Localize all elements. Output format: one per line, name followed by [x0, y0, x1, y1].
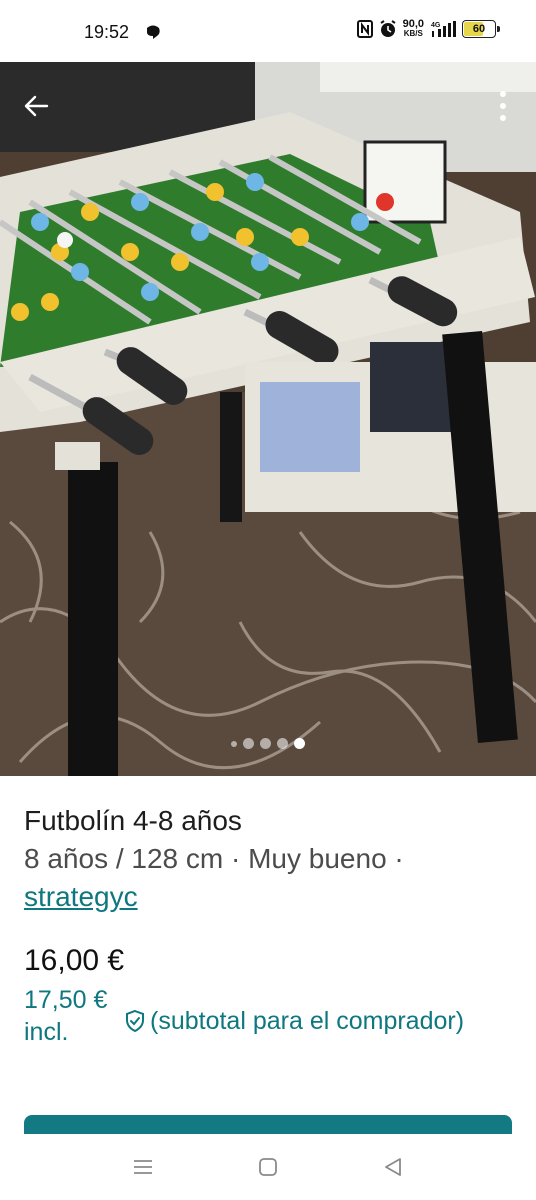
home-button[interactable]	[248, 1147, 288, 1187]
recent-apps-button[interactable]	[123, 1147, 163, 1187]
back-button[interactable]	[16, 86, 56, 126]
carousel-dot[interactable]	[294, 738, 305, 749]
network-speed: 90,0 KB/S	[402, 18, 424, 39]
item-subtitle: 8 años / 128 cm · Muy bueno ·	[24, 843, 404, 874]
alarm-icon	[379, 20, 397, 38]
carousel-dot[interactable]	[231, 740, 237, 747]
price-incl-protection: 17,50 € incl.	[24, 986, 108, 1046]
status-time: 19:52	[84, 22, 130, 42]
system-back-button[interactable]	[373, 1147, 413, 1187]
more-vertical-icon	[500, 91, 506, 121]
back-triangle-icon	[385, 1158, 402, 1176]
menu-icon	[133, 1160, 152, 1174]
system-navigation-bar	[0, 1134, 536, 1200]
buyer-note-text: (subtotal para el comprador)	[150, 1007, 465, 1035]
listing-details: Futbolín 4-8 años 8 años / 128 cm · Muy …	[0, 776, 536, 1050]
home-square-icon	[259, 1158, 277, 1176]
item-title: Futbolín 4-8 años	[24, 805, 242, 836]
network-type-label: 4G	[431, 22, 441, 29]
buyer-protection-note[interactable]: (subtotal para el comprador)	[124, 1005, 464, 1037]
carousel-dot[interactable]	[260, 738, 271, 749]
product-photo[interactable]	[0, 62, 536, 776]
carousel-indicator[interactable]	[0, 738, 536, 749]
arrow-left-icon	[24, 95, 49, 117]
seller-link[interactable]: strategyc	[24, 878, 138, 916]
signal-icon: 4G	[430, 20, 456, 38]
buyer-protection-row[interactable]: 17,50 € incl. (subtotal para el comprado…	[24, 984, 512, 1050]
shield-check-icon	[126, 1009, 144, 1033]
more-options-button[interactable]	[488, 86, 518, 126]
battery-indicator: 60	[462, 20, 500, 38]
item-price: 16,00 €	[24, 944, 125, 977]
foosball-table-image	[0, 62, 536, 776]
nfc-icon	[356, 20, 373, 38]
carousel-dot[interactable]	[277, 738, 288, 749]
notification-icon	[145, 25, 161, 44]
carousel-dot[interactable]	[243, 738, 254, 749]
status-bar: 19:52 90,0 KB/S 4G 60	[0, 0, 536, 62]
